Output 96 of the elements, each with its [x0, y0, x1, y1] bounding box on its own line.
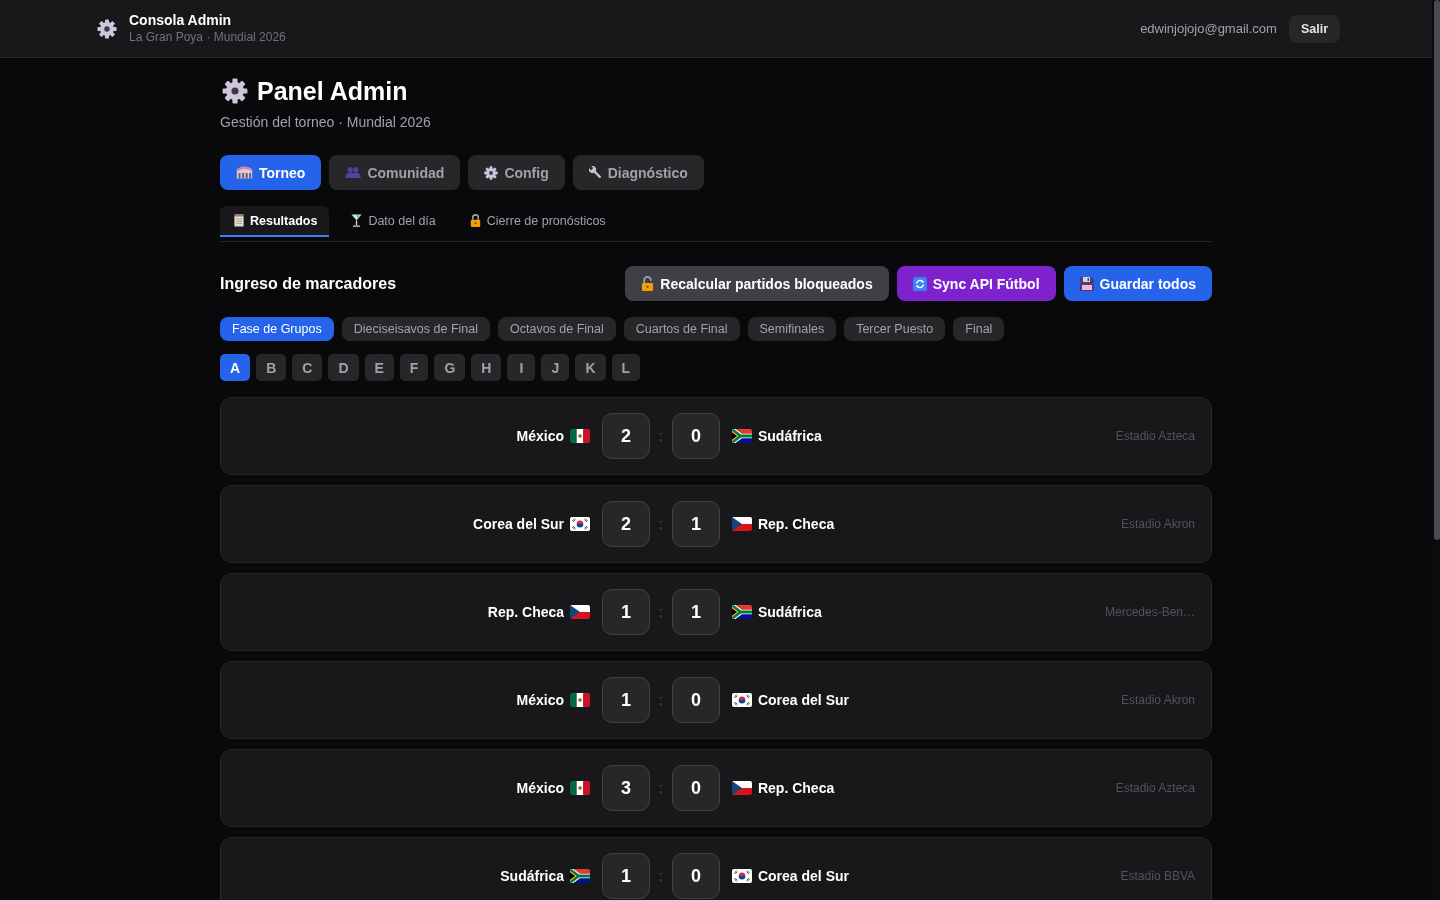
group-tab[interactable]: L	[611, 354, 641, 381]
sub-tab[interactable]: Resultados	[220, 206, 330, 237]
czech-flag-icon	[731, 781, 752, 795]
score-separator: :	[659, 516, 663, 532]
app-subtitle: La Gran Poya · Mundial 2026	[129, 29, 286, 45]
lock-icon	[469, 214, 481, 227]
score-input[interactable]: 2	[602, 413, 651, 459]
score-separator: :	[659, 428, 663, 444]
group-tab[interactable]: E	[364, 354, 394, 381]
gear-icon	[97, 18, 117, 39]
app-title: Consola Admin	[129, 12, 233, 29]
mexico-flag-icon	[570, 781, 591, 795]
page-subtitle: Gestión del torneo · Mundial 2026	[220, 113, 432, 132]
czech-flag-icon	[570, 605, 591, 619]
team-name: Rep. Checa	[757, 516, 835, 532]
sync-button[interactable]: Sync API Fútbol	[896, 266, 1056, 301]
south-africa-flag-icon	[570, 869, 591, 883]
phase-tab[interactable]: Fase de Grupos	[220, 317, 334, 341]
people-icon	[345, 167, 362, 178]
phase-tab[interactable]: Semifinales	[747, 317, 837, 341]
user-email: edwinjojojo@gmail.com	[1140, 21, 1277, 36]
score-input[interactable]: 1	[671, 589, 720, 635]
score-input[interactable]: 3	[602, 765, 651, 811]
phase-tab[interactable]: Cuartos de Final	[623, 317, 740, 341]
group-tab[interactable]: I	[507, 354, 536, 381]
group-tab[interactable]: K	[575, 354, 606, 381]
team-name: Corea del Sur	[757, 868, 849, 884]
group-tab[interactable]: F	[399, 354, 429, 381]
stadium-name: Estadio BBVA	[1119, 869, 1195, 883]
team-name: Sudáfrica	[500, 868, 565, 884]
score-input[interactable]: 1	[602, 677, 651, 723]
team-name: Sudáfrica	[757, 604, 822, 620]
score-input[interactable]: 2	[602, 501, 651, 547]
group-tab[interactable]: C	[292, 354, 323, 381]
open-lock-icon	[641, 276, 655, 291]
team-name: Sudáfrica	[757, 428, 822, 444]
team-name: México	[516, 692, 565, 708]
south-africa-flag-icon	[731, 429, 752, 443]
south-korea-flag-icon	[731, 693, 752, 707]
group-tab[interactable]: A	[220, 354, 251, 381]
section-title: Ingreso de marcadores	[220, 274, 397, 293]
logout-button[interactable]: Salir	[1288, 14, 1340, 43]
score-separator: :	[659, 780, 663, 796]
stadium-name: Estadio Azteca	[1114, 781, 1195, 795]
sub-tab[interactable]: Dato del día	[337, 206, 448, 237]
phase-tab[interactable]: Tercer Puesto	[844, 317, 946, 341]
score-separator: :	[659, 604, 663, 620]
mexico-flag-icon	[570, 693, 591, 707]
group-tab[interactable]: J	[541, 354, 570, 381]
mexico-flag-icon	[570, 429, 591, 443]
sub-tab[interactable]: Cierre de pronósticos	[455, 206, 618, 237]
gear-icon	[484, 165, 499, 180]
group-tab[interactable]: D	[328, 354, 359, 381]
stadium-name: Estadio Akron	[1119, 517, 1195, 531]
page-title: Panel Admin	[257, 76, 408, 107]
recalculate-button[interactable]: Recalcular partidos bloqueados	[625, 266, 889, 301]
score-input[interactable]: 0	[671, 413, 720, 459]
team-name: Rep. Checa	[487, 604, 565, 620]
score-input[interactable]: 1	[602, 853, 651, 899]
phase-tab[interactable]: Dieciseisavos de Final	[341, 317, 490, 341]
stadium-name: Mercedes-Ben…	[1103, 605, 1195, 619]
team-name: Corea del Sur	[757, 692, 849, 708]
phase-tab[interactable]: Octavos de Final	[498, 317, 616, 341]
team-name: México	[516, 428, 565, 444]
south-korea-flag-icon	[731, 869, 752, 883]
score-separator: :	[659, 692, 663, 708]
gear-icon	[222, 78, 248, 104]
group-tab[interactable]: G	[434, 354, 466, 381]
score-input[interactable]: 0	[671, 765, 720, 811]
refresh-arrows-icon	[912, 276, 927, 291]
nav-tab[interactable]: Comunidad	[329, 155, 461, 190]
cocktail-glass-icon	[351, 214, 363, 227]
group-tab[interactable]: H	[471, 354, 502, 381]
stadium-icon	[236, 166, 253, 179]
save-all-button[interactable]: Guardar todos	[1063, 266, 1212, 301]
phase-tab[interactable]: Final	[953, 317, 1005, 341]
stadium-name: Estadio Akron	[1119, 693, 1195, 707]
team-name: Rep. Checa	[757, 780, 835, 796]
team-name: Corea del Sur	[473, 516, 565, 532]
score-input[interactable]: 1	[671, 501, 720, 547]
score-separator: :	[659, 868, 663, 884]
team-name: México	[516, 780, 565, 796]
wrench-icon	[588, 166, 602, 179]
nav-tab[interactable]: Config	[468, 155, 565, 190]
nav-tab[interactable]: Diagnóstico	[572, 155, 704, 190]
south-korea-flag-icon	[570, 517, 591, 531]
score-input[interactable]: 0	[671, 853, 720, 899]
score-input[interactable]: 0	[671, 677, 720, 723]
czech-flag-icon	[731, 517, 752, 531]
nav-tab[interactable]: Torneo	[220, 155, 322, 190]
group-tab[interactable]: B	[256, 354, 287, 381]
scrollbar-thumb[interactable]	[1434, 0, 1440, 540]
stadium-name: Estadio Azteca	[1114, 429, 1195, 443]
score-input[interactable]: 1	[602, 589, 651, 635]
south-africa-flag-icon	[731, 605, 752, 619]
notepad-icon	[234, 214, 244, 227]
